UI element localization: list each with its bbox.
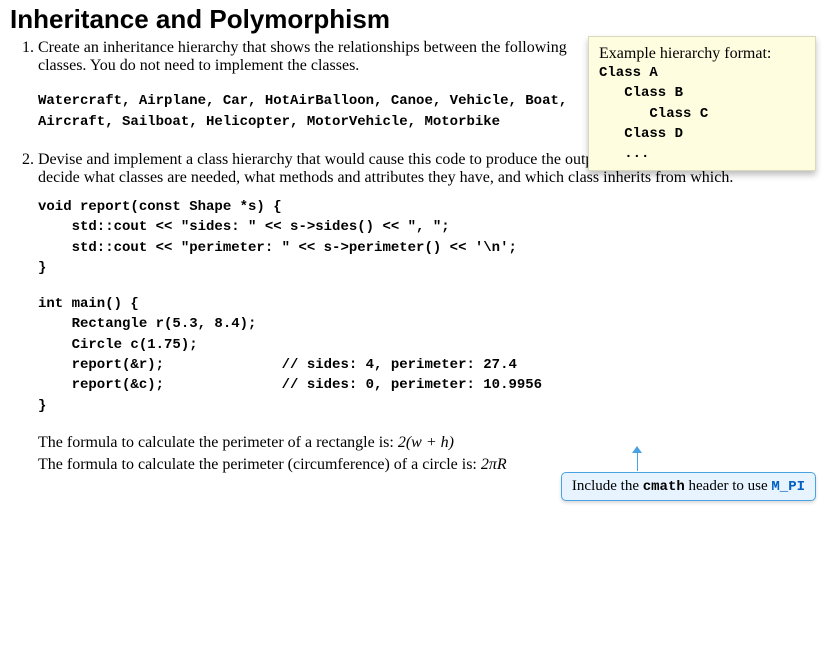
sidenote-line: Class B xyxy=(599,83,805,103)
callout-code-cmath: cmath xyxy=(643,479,685,495)
formula-rect-text: The formula to calculate the perimeter o… xyxy=(38,434,398,451)
formula-block: The formula to calculate the perimeter o… xyxy=(38,432,812,477)
callout-leader-line xyxy=(637,452,638,471)
formula-circ-math: 2πR xyxy=(481,456,507,473)
formula-rect-math: 2(w + h) xyxy=(398,434,454,451)
sidenote-line: Class A xyxy=(599,63,805,83)
formula-circ-text: The formula to calculate the perimeter (… xyxy=(38,456,481,473)
formula-rectangle: The formula to calculate the perimeter o… xyxy=(38,432,812,454)
sidenote-line: ... xyxy=(599,144,805,164)
sidenote-line: Class C xyxy=(599,104,805,124)
callout-text-pre: Include the xyxy=(572,478,643,494)
example-hierarchy-note: Example hierarchy format: Class A Class … xyxy=(588,36,816,171)
q2-code-main: int main() { Rectangle r(5.3, 8.4); Circ… xyxy=(38,294,812,416)
q1-class-list: Watercraft, Airplane, Car, HotAirBalloon… xyxy=(38,91,578,133)
callout-code-mpi: M_PI xyxy=(771,479,805,495)
sidenote-line: Class D xyxy=(599,124,805,144)
question-2: Devise and implement a class hierarchy t… xyxy=(38,151,816,477)
callout-text-mid: header to use xyxy=(685,478,772,494)
cmath-callout: Include the cmath header to use M_PI xyxy=(561,472,816,501)
q2-code-report: void report(const Shape *s) { std::cout … xyxy=(38,197,812,278)
sidenote-intro: Example hierarchy format: xyxy=(599,45,805,63)
page-title: Inheritance and Polymorphism xyxy=(10,4,816,35)
page-body: Inheritance and Polymorphism Example hie… xyxy=(0,0,826,505)
q1-prompt: Create an inheritance hierarchy that sho… xyxy=(38,39,568,75)
